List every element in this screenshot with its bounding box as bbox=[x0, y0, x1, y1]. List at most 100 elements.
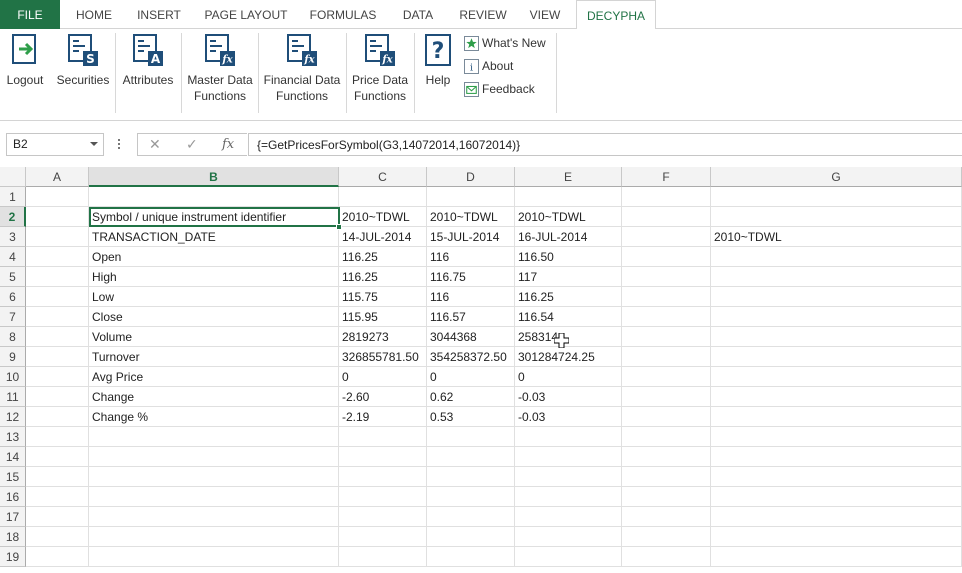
empty-cell[interactable] bbox=[26, 267, 89, 287]
empty-cell[interactable] bbox=[711, 187, 962, 207]
empty-cell[interactable] bbox=[26, 187, 89, 207]
row-header[interactable]: 17 bbox=[0, 507, 26, 527]
tab-data[interactable]: DATA bbox=[392, 0, 444, 29]
cell-b3[interactable]: TRANSACTION_DATE bbox=[89, 227, 339, 247]
tab-view[interactable]: VIEW bbox=[522, 0, 568, 29]
empty-cell[interactable] bbox=[622, 547, 711, 567]
empty-cell[interactable] bbox=[339, 507, 427, 527]
column-header-f[interactable]: F bbox=[622, 167, 711, 187]
empty-cell[interactable] bbox=[89, 507, 339, 527]
empty-cell[interactable] bbox=[427, 427, 515, 447]
empty-cell[interactable] bbox=[26, 547, 89, 567]
row-header[interactable]: 13 bbox=[0, 427, 26, 447]
cell-c3[interactable]: 14-JUL-2014 bbox=[339, 227, 427, 247]
cell-d8[interactable]: 3044368 bbox=[427, 327, 515, 347]
empty-cell[interactable] bbox=[26, 387, 89, 407]
select-all-corner[interactable] bbox=[0, 167, 26, 187]
row-header[interactable]: 16 bbox=[0, 487, 26, 507]
empty-cell[interactable] bbox=[89, 547, 339, 567]
empty-cell[interactable] bbox=[711, 427, 962, 447]
cell-e3[interactable]: 16-JUL-2014 bbox=[515, 227, 622, 247]
row-header[interactable]: 7 bbox=[0, 307, 26, 327]
about-button[interactable]: i About bbox=[464, 58, 524, 76]
empty-cell[interactable] bbox=[622, 287, 711, 307]
empty-cell[interactable] bbox=[89, 527, 339, 547]
row-header[interactable]: 2 bbox=[0, 207, 26, 227]
cell-b9[interactable]: Turnover bbox=[89, 347, 339, 367]
empty-cell[interactable] bbox=[622, 227, 711, 247]
cell-e11[interactable]: -0.03 bbox=[515, 387, 622, 407]
row-header[interactable]: 19 bbox=[0, 547, 26, 567]
cell-g3[interactable]: 2010~TDWL bbox=[711, 227, 962, 247]
column-header-c[interactable]: C bbox=[339, 167, 427, 187]
cell-e6[interactable]: 116.25 bbox=[515, 287, 622, 307]
attributes-button[interactable]: A Attributes bbox=[118, 33, 178, 107]
empty-cell[interactable] bbox=[89, 447, 339, 467]
fill-handle[interactable] bbox=[336, 224, 342, 230]
cell-b4[interactable]: Open bbox=[89, 247, 339, 267]
empty-cell[interactable] bbox=[26, 307, 89, 327]
cell-c12[interactable]: -2.19 bbox=[339, 407, 427, 427]
empty-cell[interactable] bbox=[622, 387, 711, 407]
cell-b10[interactable]: Avg Price bbox=[89, 367, 339, 387]
chevron-down-icon[interactable] bbox=[90, 142, 98, 146]
column-header-a[interactable]: A bbox=[26, 167, 89, 187]
empty-cell[interactable] bbox=[711, 387, 962, 407]
empty-cell[interactable] bbox=[711, 247, 962, 267]
empty-cell[interactable] bbox=[515, 187, 622, 207]
empty-cell[interactable] bbox=[26, 527, 89, 547]
cancel-icon[interactable]: ✕ bbox=[149, 136, 161, 153]
cell-c6[interactable]: 115.75 bbox=[339, 287, 427, 307]
whats-new-button[interactable]: What's New bbox=[464, 35, 554, 53]
tab-review[interactable]: REVIEW bbox=[452, 0, 514, 29]
empty-cell[interactable] bbox=[339, 527, 427, 547]
tab-insert[interactable]: INSERT bbox=[128, 0, 190, 29]
empty-cell[interactable] bbox=[339, 427, 427, 447]
cell-d12[interactable]: 0.53 bbox=[427, 407, 515, 427]
empty-cell[interactable] bbox=[26, 467, 89, 487]
empty-cell[interactable] bbox=[711, 467, 962, 487]
cell-c8[interactable]: 2819273 bbox=[339, 327, 427, 347]
column-header-g[interactable]: G bbox=[711, 167, 962, 187]
cell-b6[interactable]: Low bbox=[89, 287, 339, 307]
tab-home[interactable]: HOME bbox=[66, 0, 122, 29]
empty-cell[interactable] bbox=[622, 327, 711, 347]
empty-cell[interactable] bbox=[339, 187, 427, 207]
empty-cell[interactable] bbox=[711, 487, 962, 507]
formula-input[interactable]: {=GetPricesForSymbol(G3,14072014,1607201… bbox=[248, 133, 962, 156]
empty-cell[interactable] bbox=[89, 427, 339, 447]
empty-cell[interactable] bbox=[26, 507, 89, 527]
empty-cell[interactable] bbox=[622, 467, 711, 487]
empty-cell[interactable] bbox=[515, 487, 622, 507]
column-header-e[interactable]: E bbox=[515, 167, 622, 187]
cell-b7[interactable]: Close bbox=[89, 307, 339, 327]
empty-cell[interactable] bbox=[622, 427, 711, 447]
name-box[interactable]: B2 bbox=[6, 133, 104, 156]
empty-cell[interactable] bbox=[26, 407, 89, 427]
empty-cell[interactable] bbox=[711, 287, 962, 307]
empty-cell[interactable] bbox=[89, 487, 339, 507]
empty-cell[interactable] bbox=[427, 547, 515, 567]
cell-b5[interactable]: High bbox=[89, 267, 339, 287]
row-header[interactable]: 10 bbox=[0, 367, 26, 387]
row-header[interactable]: 14 bbox=[0, 447, 26, 467]
master-data-functions-button[interactable]: fx Master Data Functions bbox=[184, 33, 256, 107]
empty-cell[interactable] bbox=[427, 187, 515, 207]
financial-data-functions-button[interactable]: fx Financial Data Functions bbox=[262, 33, 342, 107]
empty-cell[interactable] bbox=[26, 447, 89, 467]
feedback-button[interactable]: Feedback bbox=[464, 81, 540, 99]
empty-cell[interactable] bbox=[622, 347, 711, 367]
empty-cell[interactable] bbox=[427, 447, 515, 467]
empty-cell[interactable] bbox=[26, 247, 89, 267]
enter-icon[interactable]: ✓ bbox=[186, 136, 198, 153]
empty-cell[interactable] bbox=[515, 447, 622, 467]
empty-cell[interactable] bbox=[339, 447, 427, 467]
empty-cell[interactable] bbox=[515, 547, 622, 567]
empty-cell[interactable] bbox=[622, 247, 711, 267]
help-button[interactable]: ? Help bbox=[420, 33, 456, 107]
empty-cell[interactable] bbox=[515, 507, 622, 527]
empty-cell[interactable] bbox=[26, 487, 89, 507]
empty-cell[interactable] bbox=[427, 487, 515, 507]
empty-cell[interactable] bbox=[622, 307, 711, 327]
empty-cell[interactable] bbox=[622, 507, 711, 527]
